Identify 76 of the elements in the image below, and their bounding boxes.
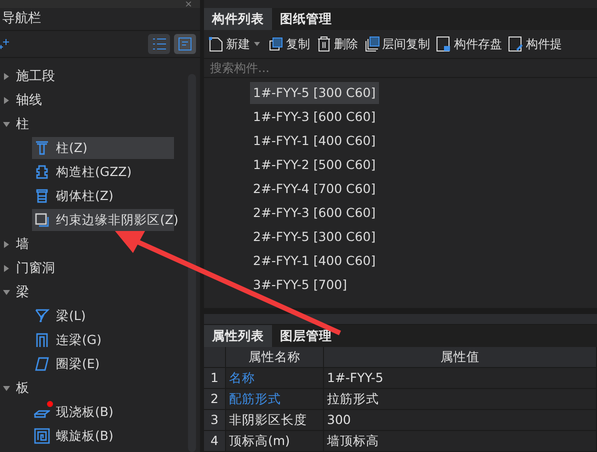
toolbar-icon	[316, 36, 332, 52]
component-icon	[34, 188, 50, 204]
tree-item[interactable]: 连梁(G)	[32, 329, 174, 351]
column-header: 属性值	[324, 347, 597, 368]
column-header: 属性名称	[226, 347, 324, 368]
expand-icon[interactable]	[3, 240, 10, 248]
row-number: 4	[204, 431, 226, 452]
component-icon	[34, 212, 50, 228]
property-name: 名称	[226, 368, 324, 389]
component-item[interactable]: 1#-FYY-3 [600 C60]	[250, 106, 379, 128]
component-item[interactable]: 2#-FYY-1 [400 C60]	[250, 250, 379, 272]
toolbar-icon	[268, 36, 284, 52]
component-icon	[34, 308, 50, 324]
collapse-icon[interactable]	[3, 288, 10, 296]
toolbar-icon	[436, 36, 452, 52]
toolbar-icon	[364, 36, 380, 52]
property-value[interactable]: 1#-FYY-5	[324, 368, 597, 389]
toolbar-icon	[208, 36, 224, 52]
component-icon	[34, 164, 50, 180]
toolbar-icon	[508, 36, 524, 52]
list-icon	[152, 37, 166, 51]
tree-group[interactable]: 柱	[0, 112, 188, 136]
tab[interactable]: 属性列表	[204, 325, 272, 347]
component-icon	[34, 140, 50, 156]
tree-group[interactable]: 板	[0, 376, 188, 400]
component-item[interactable]: 2#-FYY-4 [700 C60]	[250, 178, 379, 200]
component-item[interactable]: 1#-FYY-5 [300 C60]	[250, 82, 379, 104]
row-number: 3	[204, 410, 226, 431]
splitter-bar[interactable]	[204, 314, 597, 325]
tree-group[interactable]: 轴线	[0, 88, 188, 112]
property-value[interactable]: 300	[324, 410, 597, 431]
toolbar-button[interactable]: 层间复制	[364, 36, 430, 52]
tree-item[interactable]: 构造柱(GZZ)	[32, 161, 174, 183]
property-value[interactable]: 拉筋形式	[324, 389, 597, 410]
tree-item[interactable]: 砌体柱(Z)	[32, 185, 174, 207]
property-value[interactable]: 墙顶标高	[324, 431, 597, 452]
component-item[interactable]: 1#-FYY-2 [500 C60]	[250, 154, 379, 176]
detail-view-button[interactable]	[174, 34, 196, 54]
scrollbar[interactable]	[188, 74, 196, 452]
component-item[interactable]: 3#-FYY-5 [700]	[250, 274, 350, 296]
component-item[interactable]: 1#-FYY-1 [400 C60]	[250, 130, 379, 152]
panel-title: 导航栏	[0, 8, 200, 31]
collapse-icon[interactable]	[3, 120, 10, 128]
tree-item[interactable]: 柱(Z)	[32, 137, 174, 159]
toolbar-button[interactable]: 复制	[268, 36, 310, 52]
expand-icon[interactable]	[3, 264, 10, 272]
search-field[interactable]: 搜索构件...	[204, 59, 597, 78]
tree-item[interactable]: 螺旋板(B)	[32, 425, 174, 447]
tree-item[interactable]: 梁(L)	[32, 305, 174, 327]
property-name: 顶标高(m)	[226, 431, 324, 452]
tree-item[interactable]: 圈梁(E)	[32, 353, 174, 375]
component-icon	[34, 428, 50, 444]
tree-group[interactable]: 梁	[0, 280, 188, 304]
toolbar-button[interactable]: 删除	[316, 36, 358, 52]
expand-icon[interactable]	[3, 72, 10, 80]
tree-group[interactable]: 门窗洞	[0, 256, 188, 280]
list-view-button[interactable]	[148, 34, 170, 54]
toolbar-button[interactable]: 新建	[208, 36, 262, 52]
row-number: 1	[204, 368, 226, 389]
property-name: 配筋形式	[226, 389, 324, 410]
toolbar-button[interactable]: 构件提	[508, 36, 562, 52]
expand-icon[interactable]	[3, 96, 10, 104]
component-item[interactable]: 2#-FYY-3 [600 C60]	[250, 202, 379, 224]
tree-item[interactable]: 现浇板(B)	[32, 401, 174, 423]
component-icon	[34, 356, 50, 372]
tab[interactable]: 构件列表	[204, 8, 272, 30]
document-icon	[178, 37, 192, 51]
property-name: 非阴影区长度	[226, 410, 324, 431]
component-icon	[34, 332, 50, 348]
collapse-icon[interactable]	[3, 384, 10, 392]
toolbar-button[interactable]: 构件存盘	[436, 36, 502, 52]
tree-group[interactable]: 墙	[0, 232, 188, 256]
add-icon[interactable]	[0, 38, 10, 50]
tree-group[interactable]: 施工段	[0, 64, 188, 88]
component-item[interactable]: 2#-FYY-5 [300 C60]	[250, 226, 379, 248]
row-number: 2	[204, 389, 226, 410]
